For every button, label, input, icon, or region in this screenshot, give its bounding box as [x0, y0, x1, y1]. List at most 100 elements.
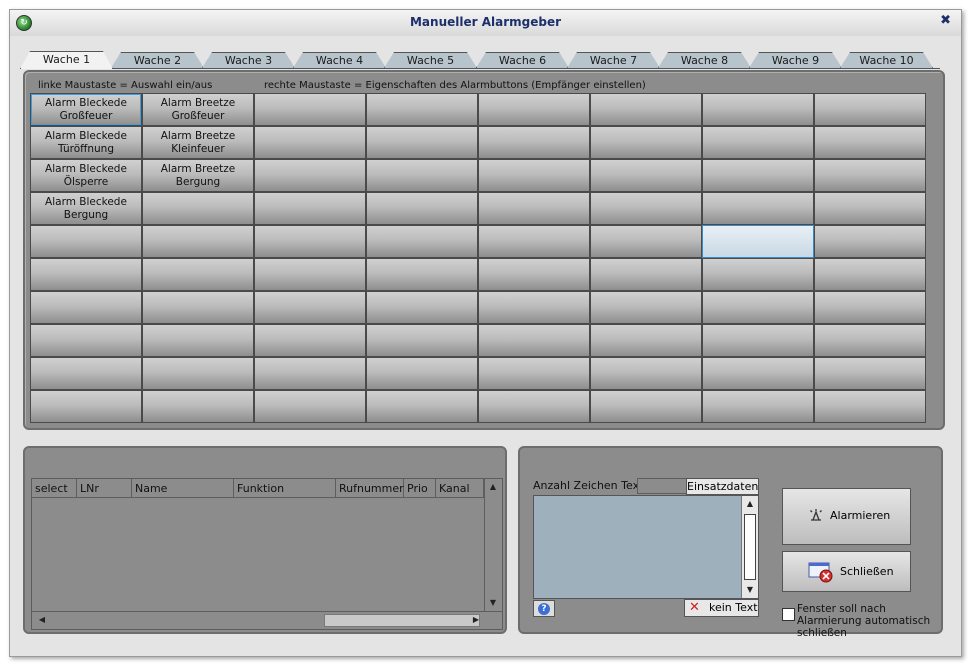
- alarm-button[interactable]: Alarm Bleckede Türöffnung: [30, 126, 142, 159]
- textarea-scroll-down-icon[interactable]: ▼: [742, 582, 758, 598]
- alarm-button[interactable]: [702, 390, 814, 423]
- alarm-button[interactable]: [702, 93, 814, 126]
- alarm-button[interactable]: [254, 291, 366, 324]
- column-header[interactable]: Name: [132, 479, 234, 498]
- column-header[interactable]: Rufnummer: [336, 479, 404, 498]
- alarm-button[interactable]: [814, 258, 926, 291]
- alarm-button[interactable]: [590, 357, 702, 390]
- alarm-button[interactable]: [142, 225, 254, 258]
- horizontal-scrollbar[interactable]: ◀ ▶: [32, 611, 502, 629]
- textarea-scrollbar[interactable]: ▲ ▼: [741, 496, 758, 598]
- column-header[interactable]: Prio: [404, 479, 436, 498]
- alarm-button[interactable]: [366, 258, 478, 291]
- alarm-button[interactable]: Alarm Breetze Kleinfeuer: [142, 126, 254, 159]
- alarm-button[interactable]: [478, 390, 590, 423]
- alarm-button[interactable]: [590, 324, 702, 357]
- scroll-down-icon[interactable]: ▼: [485, 595, 501, 611]
- column-header[interactable]: LNr: [77, 479, 132, 498]
- alarm-button[interactable]: [478, 126, 590, 159]
- alarm-button[interactable]: [814, 324, 926, 357]
- alarm-button[interactable]: [366, 291, 478, 324]
- alarm-button[interactable]: [254, 225, 366, 258]
- alarm-button[interactable]: [590, 192, 702, 225]
- alarm-button[interactable]: [254, 159, 366, 192]
- alarm-button[interactable]: [814, 357, 926, 390]
- alarm-button[interactable]: [366, 192, 478, 225]
- alarm-button[interactable]: [814, 390, 926, 423]
- alarmieren-button[interactable]: Alarmieren: [782, 488, 911, 545]
- tab-wache-5[interactable]: Wache 5: [384, 52, 477, 68]
- tab-wache-8[interactable]: Wache 8: [658, 52, 751, 68]
- alarm-button[interactable]: [590, 93, 702, 126]
- alarm-button[interactable]: [814, 126, 926, 159]
- alarm-button[interactable]: [142, 291, 254, 324]
- alarm-button[interactable]: [478, 258, 590, 291]
- alarm-button[interactable]: [590, 258, 702, 291]
- alarm-button[interactable]: [478, 324, 590, 357]
- alarm-button[interactable]: [142, 192, 254, 225]
- alarm-button[interactable]: [814, 93, 926, 126]
- alarm-button[interactable]: [702, 357, 814, 390]
- alarm-button[interactable]: [702, 324, 814, 357]
- tab-wache-10[interactable]: Wache 10: [840, 52, 933, 68]
- alarm-button[interactable]: [30, 390, 142, 423]
- auto-close-checkbox[interactable]: [782, 608, 795, 621]
- alarm-button[interactable]: [814, 192, 926, 225]
- tab-wache-1[interactable]: Wache 1: [20, 51, 113, 69]
- alarm-button[interactable]: Alarm Breetze Bergung: [142, 159, 254, 192]
- alarm-button[interactable]: [814, 291, 926, 324]
- column-header[interactable]: Funktion: [234, 479, 336, 498]
- alarm-button[interactable]: [814, 225, 926, 258]
- alarm-button[interactable]: [478, 291, 590, 324]
- alarm-button[interactable]: [702, 291, 814, 324]
- alarm-button[interactable]: [702, 258, 814, 291]
- kein-text-button[interactable]: ✕ kein Text: [684, 599, 759, 617]
- alarm-button[interactable]: [254, 357, 366, 390]
- alarm-button[interactable]: [30, 357, 142, 390]
- column-header[interactable]: Kanal: [436, 479, 484, 498]
- tab-wache-9[interactable]: Wache 9: [749, 52, 842, 68]
- schliessen-button[interactable]: Schließen: [782, 551, 911, 592]
- alarm-button[interactable]: [590, 126, 702, 159]
- close-window-icon[interactable]: ✖: [940, 13, 951, 28]
- alarm-button[interactable]: [478, 159, 590, 192]
- alarm-button[interactable]: [478, 357, 590, 390]
- recipients-list[interactable]: select LNr Name Funktion Rufnummer Prio Kanal …: [31, 478, 503, 630]
- alarm-button[interactable]: [254, 192, 366, 225]
- alarm-button[interactable]: [478, 93, 590, 126]
- alarm-button[interactable]: [814, 159, 926, 192]
- column-header[interactable]: select: [32, 479, 77, 498]
- alarm-button[interactable]: [366, 357, 478, 390]
- einsatzdaten-button[interactable]: Einsatzdaten: [686, 478, 759, 495]
- alarm-button[interactable]: [366, 225, 478, 258]
- alarm-button[interactable]: Alarm Bleckede Bergung: [30, 192, 142, 225]
- alarm-button[interactable]: Alarm Bleckede Ölsperre: [30, 159, 142, 192]
- alarm-button[interactable]: [30, 258, 142, 291]
- alarm-button[interactable]: [254, 390, 366, 423]
- help-button[interactable]: ?: [533, 600, 555, 617]
- alarm-button[interactable]: [142, 258, 254, 291]
- message-textarea[interactable]: ▲ ▼: [533, 495, 759, 599]
- vertical-scrollbar[interactable]: ▲ ▼: [484, 479, 502, 611]
- alarm-button[interactable]: [30, 324, 142, 357]
- alarm-button[interactable]: [478, 225, 590, 258]
- tab-wache-4[interactable]: Wache 4: [293, 52, 386, 68]
- alarm-button[interactable]: [30, 225, 142, 258]
- scroll-right-icon[interactable]: ▶: [468, 612, 484, 628]
- tab-wache-6[interactable]: Wache 6: [476, 52, 569, 68]
- tab-wache-7[interactable]: Wache 7: [567, 52, 660, 68]
- alarm-button[interactable]: [366, 390, 478, 423]
- textarea-scroll-up-icon[interactable]: ▲: [742, 496, 758, 512]
- scroll-up-icon[interactable]: ▲: [485, 479, 501, 495]
- tab-wache-2[interactable]: Wache 2: [111, 52, 204, 68]
- alarm-button[interactable]: [590, 390, 702, 423]
- alarm-button[interactable]: [142, 390, 254, 423]
- alarm-button[interactable]: [254, 126, 366, 159]
- alarm-button[interactable]: [702, 159, 814, 192]
- alarm-button[interactable]: [702, 225, 814, 258]
- alarm-button[interactable]: [254, 324, 366, 357]
- alarm-button[interactable]: [254, 93, 366, 126]
- textarea-scroll-thumb[interactable]: [744, 514, 756, 580]
- alarm-button[interactable]: [702, 192, 814, 225]
- alarm-button[interactable]: [254, 258, 366, 291]
